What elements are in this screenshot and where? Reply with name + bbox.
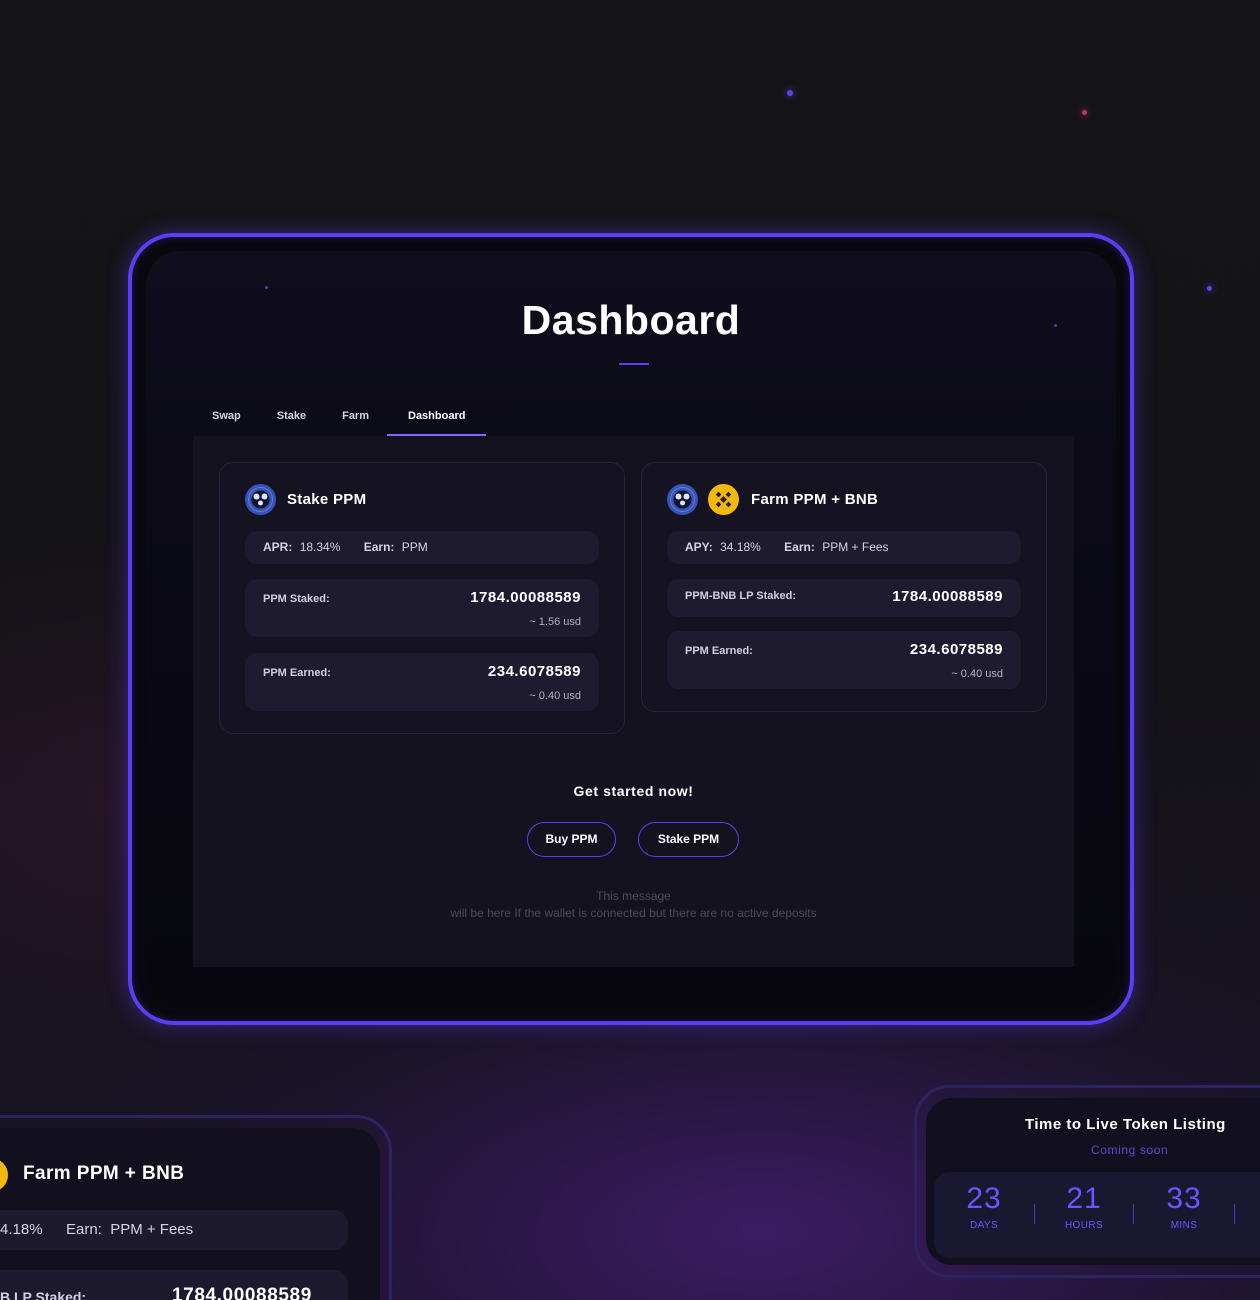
card-title: Farm PPM + BNB [751, 490, 879, 508]
stat-label: PPM Earned: [263, 667, 331, 679]
apy-value: 4.18% [0, 1221, 43, 1238]
empty-state-note-line2: will be here If the wallet is connected … [450, 906, 817, 920]
earn-label: Earn: [66, 1221, 102, 1238]
card-header: Stake PPM [245, 482, 366, 516]
mins-label: MINS [1170, 1220, 1198, 1231]
earn-info: Earn: PPM + Fees [66, 1210, 193, 1250]
tab-farm[interactable]: Farm [324, 396, 387, 436]
star-dot [787, 90, 793, 96]
farm-ppm-bnb-card: Farm PPM + BNB APY: 34.18% Earn: PPM + F… [641, 462, 1047, 712]
apy-earn-pill: 4.18% Earn: PPM + Fees [0, 1210, 348, 1250]
earn-info: Earn: PPM + Fees [784, 540, 888, 554]
apy-value: 34.18% [720, 540, 761, 554]
apr-label: APR: [263, 540, 293, 554]
stat-value: 1784.00088589 [470, 589, 581, 606]
divider [1034, 1204, 1035, 1224]
star-dot [265, 286, 268, 289]
stat-value: 1784.00088589 [892, 588, 1003, 605]
tab-dashboard[interactable]: Dashboard [387, 396, 487, 436]
staked-stat: PPM Staked: 1784.00088589 ~ 1.56 usd [245, 579, 599, 637]
earn-label: Earn: [784, 540, 815, 554]
apy-info: APY: 34.18% [685, 540, 761, 554]
listing-timer-card: Time to Live Token Listing Coming soon 2… [926, 1098, 1260, 1265]
tab-swap[interactable]: Swap [194, 396, 259, 436]
hours-label: HOURS [1064, 1220, 1104, 1231]
hours-value: 21 [1066, 1182, 1102, 1215]
stat-label: PPM Staked: [263, 593, 330, 605]
stat-usd: ~ 0.40 usd [529, 690, 581, 702]
earn-value: PPM [401, 540, 428, 554]
divider [1133, 1204, 1134, 1224]
farm-preview-card: Farm PPM + BNB 4.18% Earn: PPM + Fees B … [0, 1128, 380, 1300]
dashboard-screen: Dashboard Swap Stake Farm Dashboard Stak… [146, 251, 1116, 1007]
days-label: DAYS [969, 1220, 999, 1231]
buy-ppm-button[interactable]: Buy PPM [527, 822, 616, 857]
apr-earn-pill: APR: 18.34% Earn: PPM [245, 531, 599, 564]
earn-value: PPM + Fees [110, 1221, 194, 1238]
earned-stat: PPM Earned: 234.6078589 ~ 0.40 usd [245, 653, 599, 711]
stat-label: PPM-BNB LP Staked: [685, 590, 797, 602]
stat-value: 234.6078589 [909, 641, 1003, 658]
days-value: 23 [966, 1182, 1002, 1215]
apy-label: APY: [685, 540, 713, 554]
card-header: Farm PPM + BNB [667, 482, 878, 516]
stat-label: PPM Earned: [685, 645, 753, 657]
dashboard-content: Stake PPM APR: 18.34% Earn: PPM PPM Stak… [193, 436, 1074, 967]
stake-ppm-card: Stake PPM APR: 18.34% Earn: PPM PPM Stak… [219, 462, 625, 734]
card-title: Farm PPM + BNB [23, 1163, 185, 1184]
title-underline [619, 363, 649, 365]
bnb-token-icon [0, 1158, 8, 1192]
ppm-token-icon [667, 483, 698, 515]
earn-value: PPM + Fees [822, 540, 889, 554]
earn-info: Earn: PPM [364, 540, 428, 554]
stat-value: 234.6078589 [487, 663, 581, 680]
tab-bar: Swap Stake Farm Dashboard [194, 396, 487, 436]
countdown: 23 DAYS 21 HOURS 33 MINS [934, 1172, 1260, 1258]
page-title: Dashboard [521, 297, 741, 343]
stat-label: B LP Staked: [0, 1289, 87, 1300]
apr-info: APR: 18.34% [263, 540, 340, 554]
stat-usd: ~ 1.56 usd [529, 616, 581, 628]
star-dot [1082, 110, 1087, 115]
countdown-hours: 21 HOURS [1044, 1182, 1124, 1231]
apy-earn-pill: APY: 34.18% Earn: PPM + Fees [667, 531, 1021, 564]
stat-value: 1784.00088589 [172, 1285, 312, 1300]
divider [1234, 1204, 1235, 1224]
countdown-days: 23 DAYS [944, 1182, 1024, 1231]
tab-stake[interactable]: Stake [259, 396, 324, 436]
earn-label: Earn: [363, 540, 395, 554]
ppm-token-icon [245, 483, 276, 515]
stat-usd: ~ 0.40 usd [951, 668, 1003, 680]
get-started-heading: Get started now! [573, 783, 694, 799]
timer-subtitle: Coming soon [1091, 1143, 1169, 1157]
mins-value: 33 [1166, 1182, 1202, 1215]
device-frame: Dashboard Swap Stake Farm Dashboard Stak… [128, 233, 1134, 1025]
lp-staked-stat: B LP Staked: 1784.00088589 [0, 1270, 348, 1300]
lp-staked-stat: PPM-BNB LP Staked: 1784.00088589 [667, 579, 1021, 617]
timer-title: Time to Live Token Listing [1025, 1116, 1226, 1133]
star-dot [1207, 286, 1212, 291]
stake-ppm-button[interactable]: Stake PPM [638, 822, 739, 857]
empty-state-note-line1: This message [596, 889, 671, 903]
apr-value: 18.34% [299, 540, 341, 554]
earned-stat: PPM Earned: 234.6078589 ~ 0.40 usd [667, 631, 1021, 689]
card-title: Stake PPM [287, 490, 367, 508]
countdown-mins: 33 MINS [1144, 1182, 1224, 1231]
bnb-token-icon [708, 483, 739, 515]
